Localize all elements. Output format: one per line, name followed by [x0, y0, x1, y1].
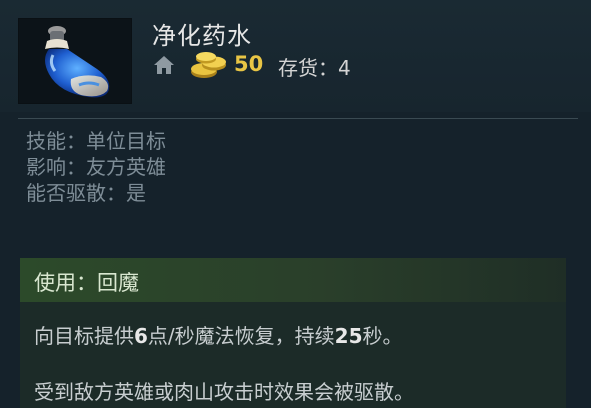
- gold-coins-icon: [191, 52, 226, 78]
- desc-text: 向目标提供: [34, 324, 134, 348]
- attribute-dispellable: 能否驱散：是: [26, 181, 146, 205]
- ability-header: 使用：回魔: [20, 258, 566, 302]
- ability-title: 使用：回魔: [34, 271, 139, 295]
- item-cost: 50: [234, 52, 264, 76]
- attribute-affects: 影响：友方英雄: [26, 155, 166, 179]
- item-tooltip-header: 净化药水 50 存货：4: [0, 0, 591, 112]
- desc-text: 点/秒魔法恢复，持续: [147, 324, 335, 348]
- ability-note: 受到敌方英雄或肉山攻击时效果会被驱散。: [34, 380, 414, 404]
- attribute-target-type: 技能：单位目标: [26, 129, 166, 153]
- duration-value: 25: [334, 324, 363, 348]
- header-divider: [18, 118, 578, 119]
- desc-text: 秒。: [362, 324, 403, 348]
- item-name: 净化药水: [152, 22, 252, 50]
- stock-value: 4: [338, 56, 351, 80]
- ability-description: 向目标提供6点/秒魔法恢复，持续25秒。: [34, 320, 403, 349]
- ability-box: 使用：回魔 向目标提供6点/秒魔法恢复，持续25秒。 受到敌方英雄或肉山攻击时效…: [20, 258, 566, 408]
- item-image: [18, 18, 132, 104]
- stock-label: 存货：: [278, 56, 338, 80]
- mana-regen-value: 6: [134, 324, 148, 348]
- item-stock: 存货：4: [278, 52, 351, 81]
- blue-potion-icon: [45, 26, 110, 98]
- item-attributes: 技能：单位目标 影响：友方英雄 能否驱散：是: [26, 128, 166, 206]
- home-icon: [154, 56, 174, 74]
